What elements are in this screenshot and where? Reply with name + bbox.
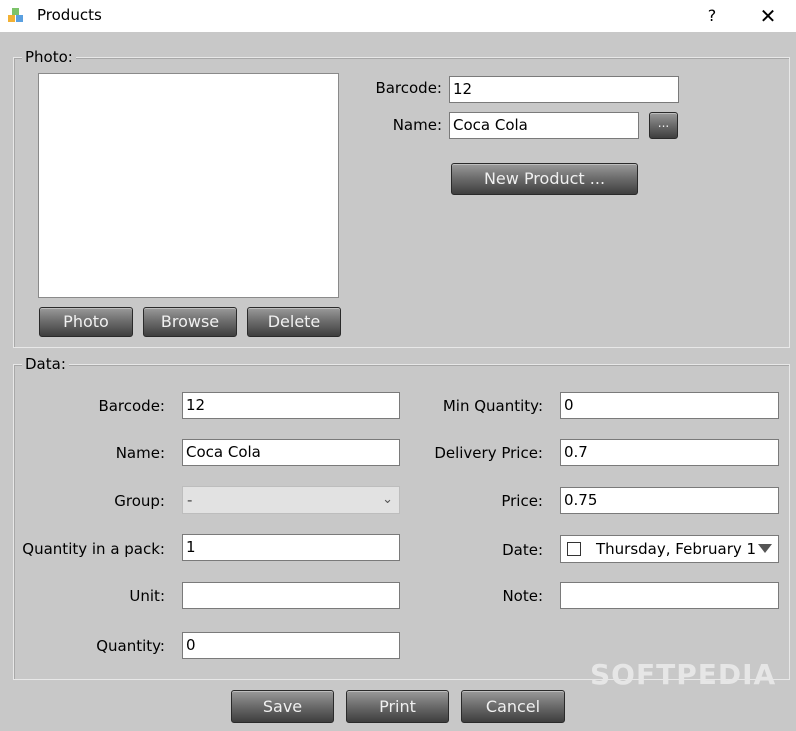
unit-input[interactable] xyxy=(182,582,400,609)
date-checkbox[interactable] xyxy=(567,542,581,556)
delete-button[interactable]: Delete xyxy=(247,307,341,337)
date-label: Date: xyxy=(502,541,543,559)
date-picker[interactable]: Thursday, February 1 xyxy=(560,535,779,563)
dropdown-arrow-icon[interactable] xyxy=(758,544,772,553)
name-input[interactable]: Coca Cola xyxy=(182,439,400,466)
photo-preview xyxy=(38,73,339,298)
top-name-label: Name: xyxy=(392,116,442,134)
unit-label: Unit: xyxy=(129,587,165,605)
delivery-price-input[interactable]: 0.7 xyxy=(560,439,779,466)
save-button[interactable]: Save xyxy=(231,690,334,723)
barcode-label: Barcode: xyxy=(98,397,165,415)
quantity-label: Quantity: xyxy=(96,637,165,655)
group-select-value: - xyxy=(187,491,193,509)
photo-button[interactable]: Photo xyxy=(39,307,133,337)
price-input[interactable]: 0.75 xyxy=(560,487,779,514)
group-select[interactable]: - ⌄ xyxy=(182,486,400,514)
browse-name-button[interactable]: ... xyxy=(649,112,678,139)
top-barcode-label: Barcode: xyxy=(375,79,442,97)
note-label: Note: xyxy=(502,587,543,605)
min-qty-label: Min Quantity: xyxy=(442,397,543,415)
note-input[interactable] xyxy=(560,582,779,609)
cancel-button[interactable]: Cancel xyxy=(461,690,565,723)
top-name-input[interactable]: Coca Cola xyxy=(449,112,639,139)
delivery-price-label: Delivery Price: xyxy=(434,444,543,462)
close-button[interactable]: ✕ xyxy=(754,4,782,28)
softpedia-watermark: SOFTPEDIA xyxy=(590,658,777,691)
top-barcode-input[interactable]: 12 xyxy=(449,76,679,103)
date-value: Thursday, February 1 xyxy=(596,540,757,558)
print-button[interactable]: Print xyxy=(346,690,449,723)
price-label: Price: xyxy=(501,492,543,510)
chevron-down-icon: ⌄ xyxy=(382,492,393,507)
app-icon xyxy=(8,8,23,22)
title-bar: Products ? ✕ xyxy=(0,0,796,32)
name-label: Name: xyxy=(115,444,165,462)
data-group-label: Data: xyxy=(22,355,69,373)
quantity-input[interactable]: 0 xyxy=(182,632,400,659)
new-product-button[interactable]: New Product ... xyxy=(451,163,638,195)
browse-button[interactable]: Browse xyxy=(143,307,237,337)
group-label: Group: xyxy=(114,492,165,510)
qty-pack-input[interactable]: 1 xyxy=(182,534,400,561)
help-button[interactable]: ? xyxy=(700,4,724,28)
window-title: Products xyxy=(37,6,102,24)
barcode-input[interactable]: 12 xyxy=(182,392,400,419)
photo-group-label: Photo: xyxy=(22,48,76,66)
min-qty-input[interactable]: 0 xyxy=(560,392,779,419)
qty-pack-label: Quantity in a pack: xyxy=(22,540,165,558)
